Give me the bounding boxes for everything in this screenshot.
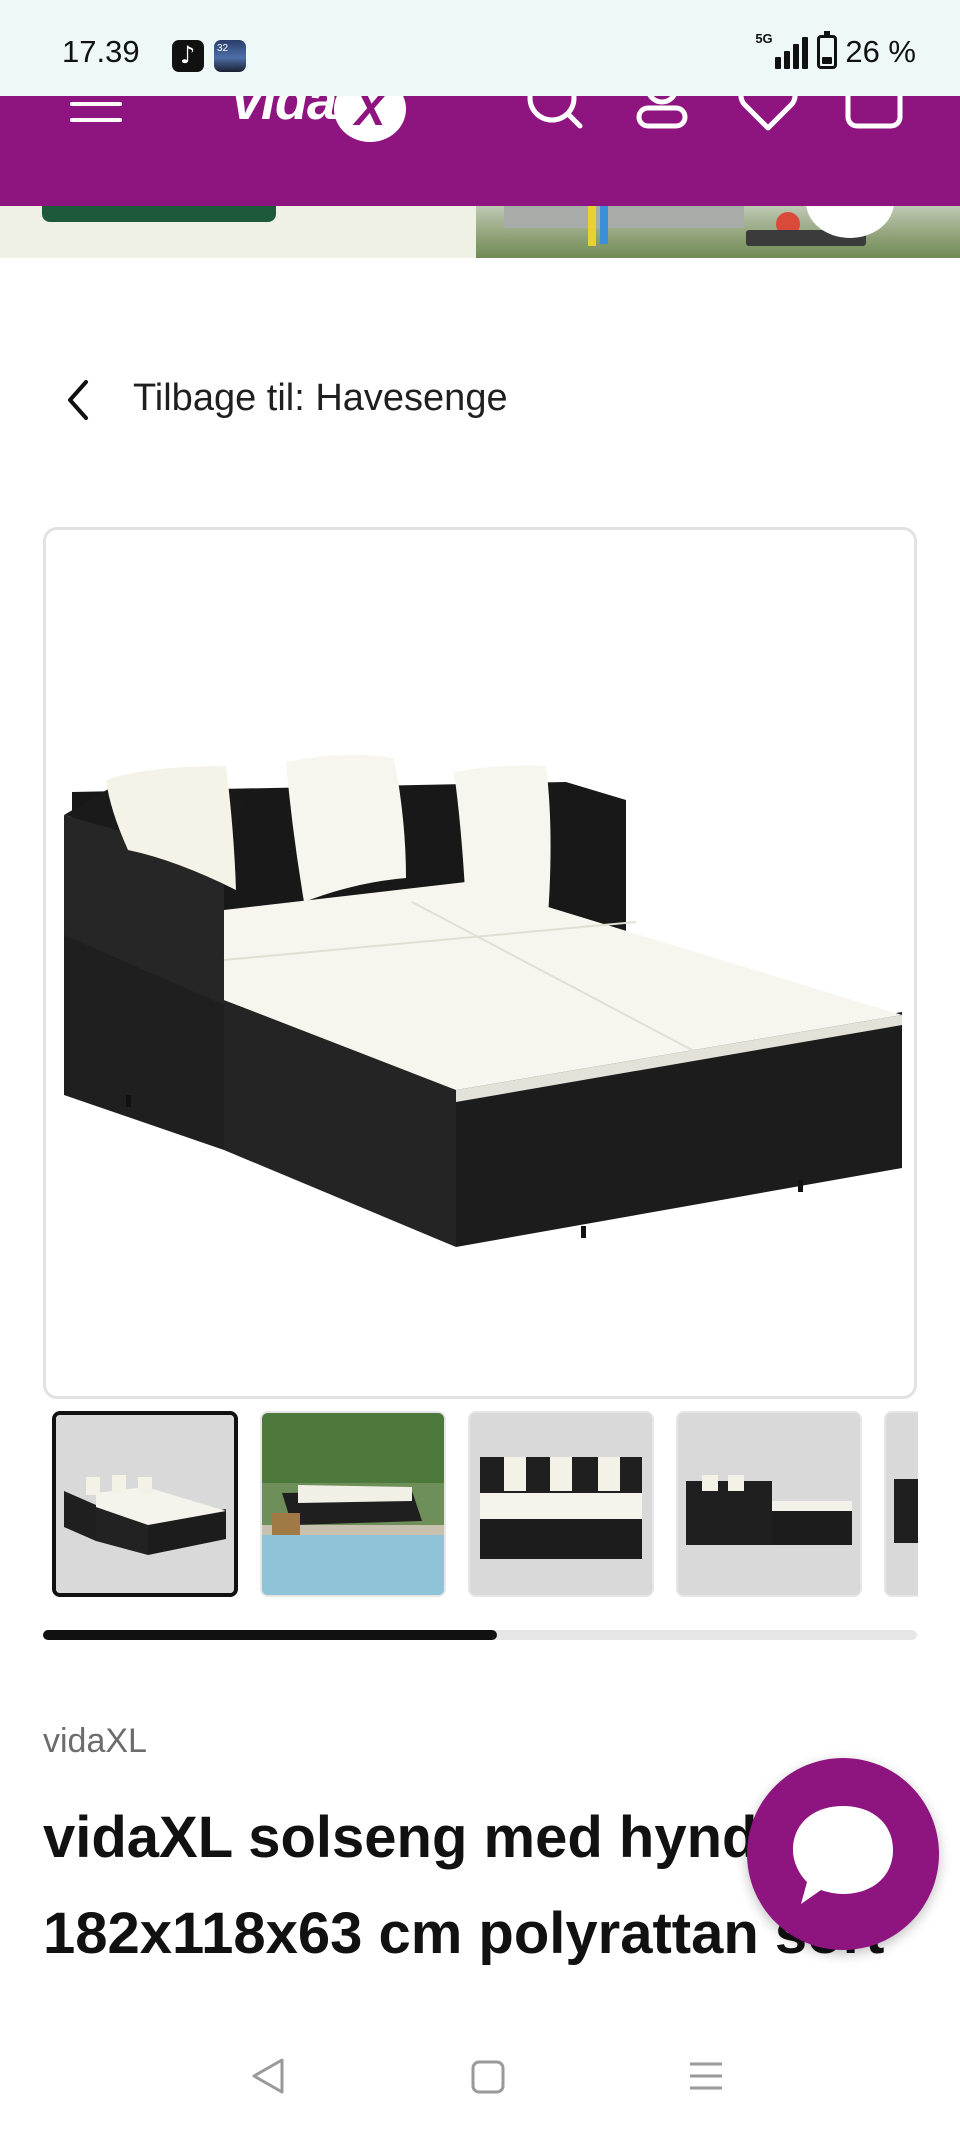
daybed-illustration (64, 754, 902, 1247)
signal-icon: 5G (755, 31, 809, 69)
chat-button[interactable] (747, 1758, 939, 1950)
battery-percent: 26 % (845, 34, 916, 69)
photo-notification-icon (214, 40, 246, 72)
gallery-scroll-thumb[interactable] (43, 1630, 498, 1640)
site-header: vidaXL X (0, 96, 960, 206)
wishlist-icon[interactable] (736, 96, 800, 132)
home-icon[interactable] (470, 2056, 506, 2096)
thumbnail-4[interactable] (676, 1411, 862, 1597)
status-time: 17.39 (62, 34, 140, 69)
promo-button[interactable] (42, 206, 276, 222)
product-brand[interactable]: vidaXL (43, 1722, 147, 1761)
product-main-image[interactable] (43, 527, 917, 1399)
account-icon[interactable] (632, 96, 692, 130)
tiktok-icon (172, 40, 204, 72)
gallery-scrollbar[interactable] (43, 1630, 917, 1640)
system-nav-bar (0, 2020, 960, 2133)
recents-icon[interactable] (688, 2056, 724, 2096)
thumbnail-3[interactable] (468, 1411, 654, 1597)
logo-badge: X (334, 96, 406, 142)
thumbnail-2[interactable] (260, 1411, 446, 1597)
network-type: 5G (755, 31, 773, 46)
chat-bubble-icon (793, 1806, 893, 1904)
chevron-left-icon[interactable] (60, 376, 100, 424)
thumbnail-1[interactable] (52, 1411, 238, 1597)
status-indicators: 5G 26 % (755, 31, 916, 70)
back-icon[interactable] (250, 2056, 286, 2096)
back-link[interactable]: Tilbage til: Havesenge (133, 377, 508, 420)
promo-banner[interactable] (0, 206, 960, 258)
thumbnail-5[interactable] (884, 1411, 918, 1597)
status-bar: 17.39 5G 26 % (0, 0, 960, 96)
promo-image (476, 206, 960, 258)
battery-icon (817, 31, 838, 69)
cart-icon[interactable] (842, 96, 908, 132)
menu-icon[interactable] (70, 96, 122, 128)
search-icon[interactable] (524, 96, 588, 130)
thumbnail-strip (52, 1411, 918, 1599)
